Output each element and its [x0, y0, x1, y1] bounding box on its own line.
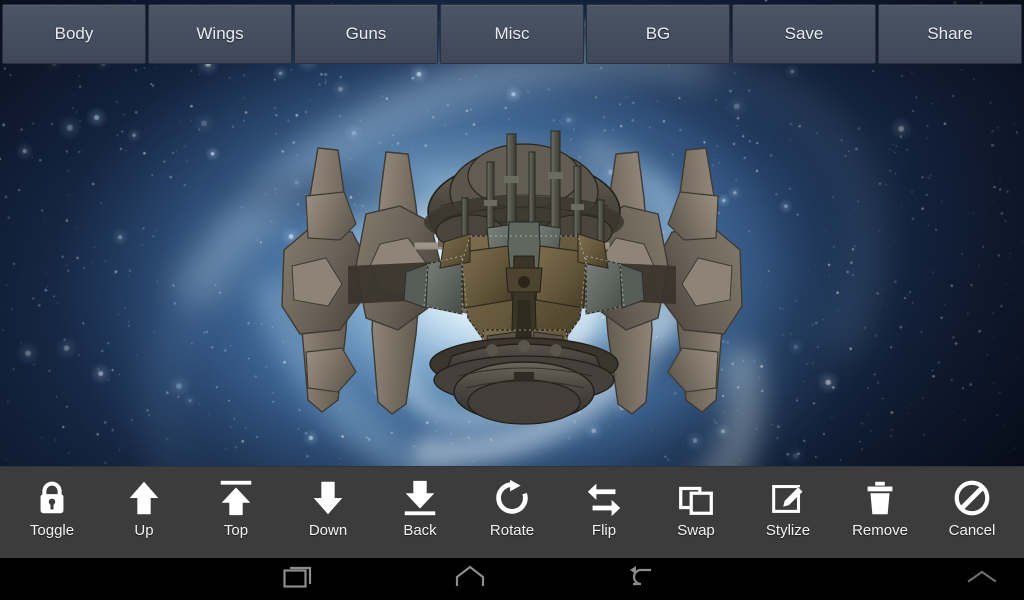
- tool-flip[interactable]: Flip: [558, 475, 650, 555]
- arrow-to-bottom-icon: [397, 475, 443, 521]
- tab-label: Wings: [196, 24, 244, 43]
- tab-label: BG: [645, 24, 671, 43]
- tool-back[interactable]: Back: [374, 475, 466, 555]
- arrow-to-top-icon: [213, 475, 259, 521]
- tab-label: Save: [784, 24, 824, 43]
- tool-top[interactable]: Top: [190, 475, 282, 555]
- tab-label: Share: [927, 24, 973, 43]
- tool-label: Rotate: [489, 522, 535, 539]
- rotate-icon: [489, 475, 535, 521]
- tool-label: Toggle: [29, 522, 75, 539]
- lower-engine-pod[interactable]: [429, 337, 619, 425]
- swap-icon: [673, 475, 719, 521]
- nav-recents[interactable]: [215, 558, 385, 600]
- bottom-action-toolbar: Toggle Up Top Down Back Rotate Flip Swap S…: [0, 466, 1024, 558]
- flip-icon: [581, 475, 627, 521]
- tab-label: Misc: [494, 24, 530, 43]
- tool-down[interactable]: Down: [282, 475, 374, 555]
- tab-label: Guns: [345, 24, 387, 43]
- nav-back[interactable]: [555, 558, 725, 600]
- tab-share[interactable]: Share: [878, 4, 1022, 64]
- back-icon: [623, 564, 657, 595]
- tool-label: Swap: [677, 522, 715, 539]
- tab-body[interactable]: Body: [2, 4, 146, 64]
- pencil-square-icon: [765, 475, 811, 521]
- tool-label: Down: [308, 522, 348, 539]
- arrow-up-icon: [121, 475, 167, 521]
- tool-label: Flip: [591, 522, 617, 539]
- tool-swap[interactable]: Swap: [650, 475, 742, 555]
- cancel-icon: [949, 475, 995, 521]
- top-category-bar: Body Wings Guns Misc BG Save Share: [0, 0, 1024, 70]
- home-icon: [453, 564, 487, 595]
- tool-toggle[interactable]: Toggle: [6, 475, 98, 555]
- tab-bg[interactable]: BG: [586, 4, 730, 64]
- tab-guns[interactable]: Guns: [294, 4, 438, 64]
- tool-label: Remove: [852, 522, 908, 539]
- tool-label: Top: [223, 522, 249, 539]
- chevron-up-icon: [964, 567, 1000, 592]
- lock-icon: [29, 475, 75, 521]
- tool-stylize[interactable]: Stylize: [742, 475, 834, 555]
- tool-label: Back: [403, 522, 437, 539]
- android-navigation-bar: [0, 558, 1024, 600]
- trash-icon: [857, 475, 903, 521]
- tool-label: Cancel: [948, 522, 996, 539]
- tool-cancel[interactable]: Cancel: [926, 475, 1018, 555]
- recents-icon: [283, 564, 317, 595]
- tool-remove[interactable]: Remove: [834, 475, 926, 555]
- tab-misc[interactable]: Misc: [440, 4, 584, 64]
- tool-label: Stylize: [765, 522, 811, 539]
- nav-home[interactable]: [385, 558, 555, 600]
- tool-rotate[interactable]: Rotate: [466, 475, 558, 555]
- tool-label: Up: [134, 522, 154, 539]
- nav-expand[interactable]: [940, 558, 1024, 600]
- tool-up[interactable]: Up: [98, 475, 190, 555]
- tab-label: Body: [54, 24, 94, 43]
- arrow-down-icon: [305, 475, 351, 521]
- tab-save[interactable]: Save: [732, 4, 876, 64]
- tab-wings[interactable]: Wings: [148, 4, 292, 64]
- app-root: Body Wings Guns Misc BG Save Share Toggle Up To…: [0, 0, 1024, 600]
